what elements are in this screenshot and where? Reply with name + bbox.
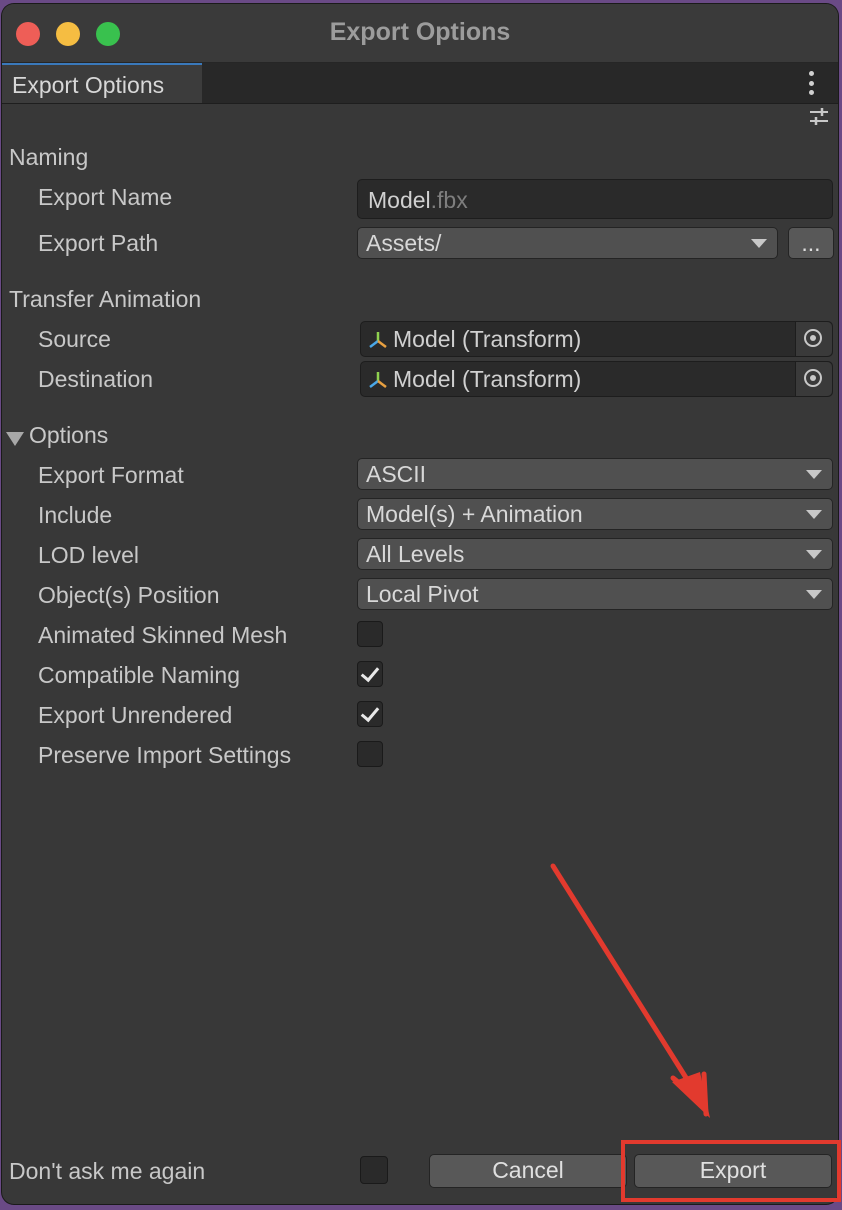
object-picker-icon[interactable] [795, 322, 832, 356]
chevron-down-icon [806, 470, 822, 479]
include-dropdown[interactable]: Model(s) + Animation [357, 498, 833, 530]
section-transfer-animation: Transfer Animation [9, 286, 202, 312]
dont-ask-again-checkbox[interactable] [360, 1156, 388, 1184]
chevron-down-icon [806, 510, 822, 519]
checkmark-icon [360, 662, 380, 683]
tab-bar: Export Options [2, 63, 838, 104]
include-value: Model(s) + Animation [366, 501, 583, 527]
object-position-value: Local Pivot [366, 581, 479, 607]
export-path-dropdown[interactable]: Assets/ [357, 227, 778, 259]
export-format-value: ASCII [366, 461, 427, 487]
lod-level-label: LOD level [38, 542, 139, 568]
title-bar[interactable]: Export Options [2, 4, 838, 63]
dont-ask-again-label: Don't ask me again [9, 1158, 206, 1184]
lod-level-dropdown[interactable]: All Levels [357, 538, 833, 570]
section-naming: Naming [9, 144, 89, 170]
export-path-value: Assets/ [366, 230, 442, 256]
export-options-window: Export Options Export Options Naming Exp… [2, 4, 838, 1204]
chevron-down-icon [806, 590, 822, 599]
foldout-expanded-icon[interactable] [6, 432, 24, 446]
chevron-down-icon [751, 239, 767, 248]
more-menu-icon[interactable] [808, 71, 814, 95]
window-title: Export Options [329, 18, 511, 46]
export-unrendered-label: Export Unrendered [38, 702, 233, 728]
animated-skinned-mesh-checkbox[interactable] [357, 621, 383, 647]
object-position-dropdown[interactable]: Local Pivot [357, 578, 833, 610]
export-unrendered-checkbox[interactable] [357, 701, 383, 727]
preserve-import-settings-label: Preserve Import Settings [38, 742, 292, 768]
section-options[interactable]: Options [29, 422, 108, 449]
destination-label: Destination [38, 366, 154, 392]
preserve-import-settings-checkbox[interactable] [357, 741, 383, 767]
export-format-dropdown[interactable]: ASCII [357, 458, 833, 490]
export-name-field[interactable]: Model.fbx [357, 179, 833, 219]
destination-object-field[interactable]: Model (Transform) [360, 361, 833, 397]
animated-skinned-mesh-label: Animated Skinned Mesh [38, 622, 288, 648]
checkmark-icon [360, 702, 380, 723]
object-position-label: Object(s) Position [38, 582, 220, 608]
object-picker-icon[interactable] [795, 362, 832, 396]
export-button-highlight [621, 1140, 841, 1202]
export-name-extension: .fbx [430, 187, 468, 213]
export-path-label: Export Path [38, 230, 159, 256]
sliders-settings-icon[interactable] [808, 106, 830, 128]
source-object-field[interactable]: Model (Transform) [360, 321, 833, 357]
browse-path-button[interactable]: ... [788, 227, 834, 259]
export-name-value: Model [368, 187, 431, 213]
transform-icon [369, 372, 387, 388]
compatible-naming-checkbox[interactable] [357, 661, 383, 687]
tab-export-options[interactable]: Export Options [2, 63, 202, 103]
include-label: Include [38, 502, 113, 528]
source-label: Source [38, 326, 111, 352]
cancel-button[interactable]: Cancel [429, 1154, 627, 1188]
chevron-down-icon [806, 550, 822, 559]
destination-value: Model (Transform) [393, 366, 582, 392]
export-name-label: Export Name [38, 184, 173, 210]
export-format-label: Export Format [38, 462, 184, 488]
compatible-naming-label: Compatible Naming [38, 662, 240, 688]
lod-level-value: All Levels [366, 541, 465, 567]
source-value: Model (Transform) [393, 326, 582, 352]
transform-icon [369, 332, 387, 348]
